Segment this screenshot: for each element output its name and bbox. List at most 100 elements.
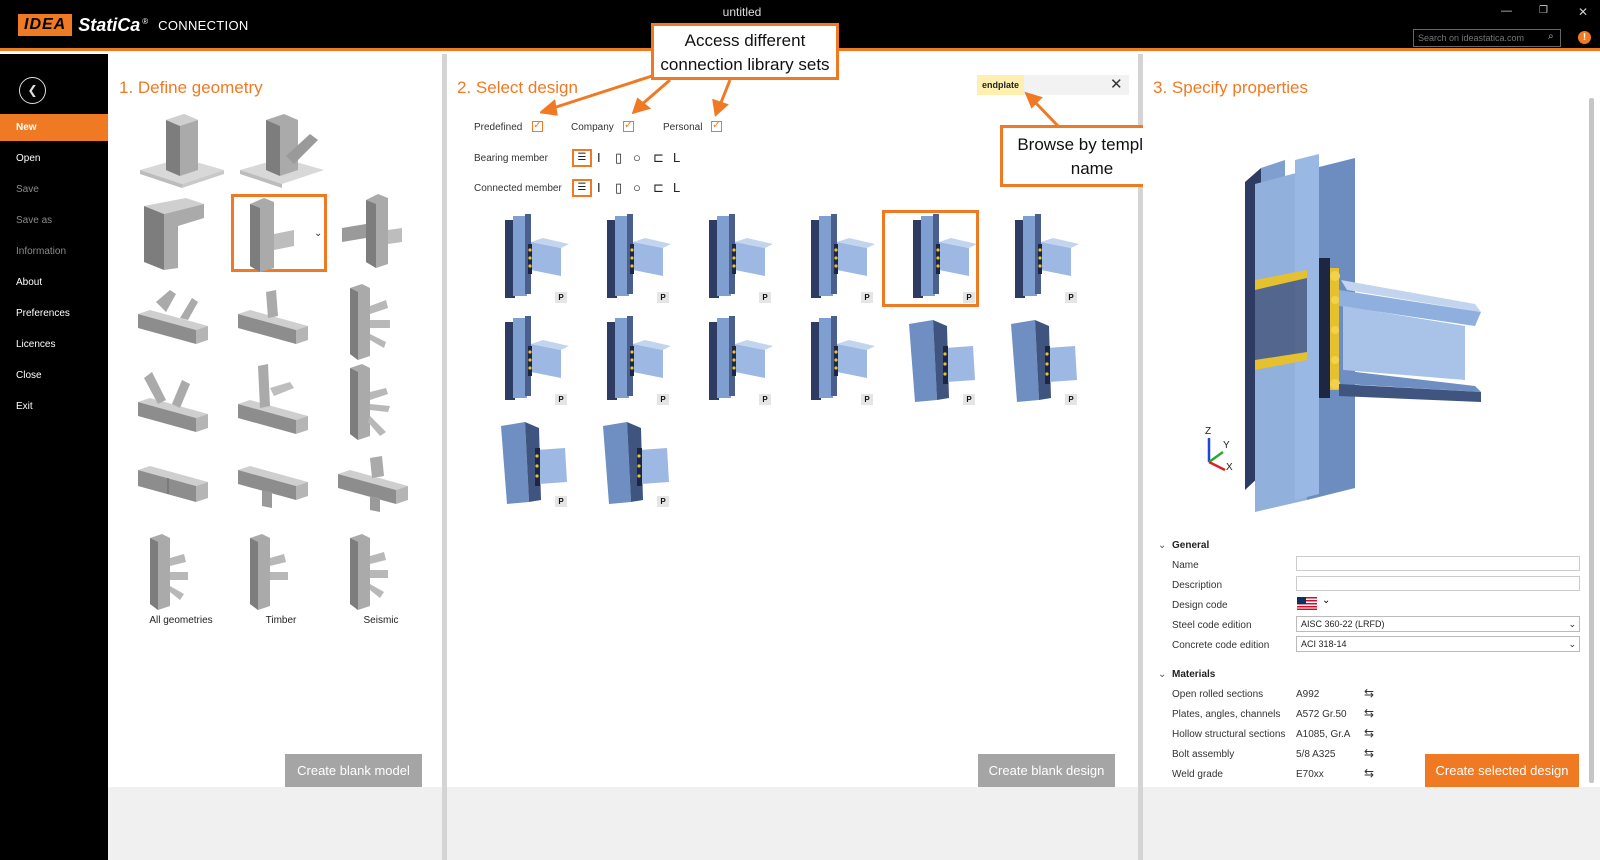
steel-code-value: AISC 360-22 (LRFD) xyxy=(1301,619,1385,629)
geometry-beam-tee[interactable] xyxy=(236,452,328,532)
design-template-10[interactable] xyxy=(789,314,881,404)
menu-licences[interactable]: Licences xyxy=(0,331,108,358)
i-section-icon[interactable]: I xyxy=(597,150,601,165)
create-selected-design-button[interactable]: Create selected design xyxy=(1425,754,1579,787)
description-label: Description xyxy=(1172,580,1223,591)
web-search-input[interactable] xyxy=(1413,29,1561,47)
geometry-splice[interactable] xyxy=(136,452,228,532)
geometry-beam-cross[interactable] xyxy=(336,452,428,532)
design-template-13[interactable] xyxy=(483,416,575,506)
swap-icon[interactable]: ⇆ xyxy=(1364,766,1374,780)
menu-close[interactable]: Close xyxy=(0,362,108,389)
circular-hollow-icon[interactable]: ○ xyxy=(633,180,641,195)
design-template-4[interactable] xyxy=(789,212,881,302)
menu-about[interactable]: About xyxy=(0,269,108,296)
swap-icon[interactable]: ⇆ xyxy=(1364,706,1374,720)
menu-new[interactable]: New xyxy=(0,114,108,141)
connection-3d-preview[interactable]: Z Y X xyxy=(1195,130,1505,515)
design-template-1[interactable] xyxy=(483,212,575,302)
properties-scrollbar[interactable] xyxy=(1589,98,1594,783)
geometry-column-multi-brace[interactable] xyxy=(336,362,428,442)
i-section-icon[interactable]: I xyxy=(597,180,601,195)
general-heading[interactable]: General xyxy=(1172,540,1209,551)
geometry-column-on-beam[interactable] xyxy=(236,362,328,442)
swap-icon[interactable]: ⇆ xyxy=(1364,686,1374,700)
template-search-value[interactable]: endplate xyxy=(977,75,1025,95)
design-template-3[interactable] xyxy=(687,212,779,302)
menu-open[interactable]: Open xyxy=(0,145,108,172)
restore-icon[interactable]: ❐ xyxy=(1539,5,1548,16)
materials-heading[interactable]: Materials xyxy=(1172,669,1215,680)
menu-preferences[interactable]: Preferences xyxy=(0,300,108,327)
label-timber[interactable]: Timber xyxy=(231,615,331,626)
steel-code-label: Steel code edition xyxy=(1172,620,1252,631)
label-all-geometries[interactable]: All geometries xyxy=(131,615,231,626)
label-seismic[interactable]: Seismic xyxy=(331,615,431,626)
chevron-down-icon[interactable]: ⌄ xyxy=(1158,669,1166,680)
design-template-8[interactable] xyxy=(585,314,677,404)
create-blank-design-button[interactable]: Create blank design xyxy=(978,754,1115,787)
swap-icon[interactable]: ⇆ xyxy=(1364,746,1374,760)
geometry-column-bracing[interactable] xyxy=(336,282,428,362)
minimize-icon[interactable]: — xyxy=(1501,5,1512,17)
design-template-14[interactable] xyxy=(585,416,677,506)
geometry-truss-chord[interactable] xyxy=(136,282,228,362)
geometry-tee-chord[interactable] xyxy=(236,282,328,362)
material-value: A1085, Gr.A xyxy=(1296,729,1351,740)
library-personal-checkbox[interactable]: ✓ xyxy=(711,121,722,132)
geometry-timber-icon[interactable] xyxy=(236,532,328,612)
concrete-code-select[interactable]: ACI 318-14 ⌄ xyxy=(1296,636,1580,652)
geometry-knee[interactable] xyxy=(136,192,228,272)
description-input[interactable] xyxy=(1296,576,1580,591)
callout-libraries: Access different connection library sets xyxy=(651,23,839,80)
predefined-badge: P xyxy=(861,292,873,303)
create-blank-model-button[interactable]: Create blank model xyxy=(285,754,422,787)
list-filter-icon[interactable]: ☰ xyxy=(572,149,592,167)
design-code-label: Design code xyxy=(1172,600,1228,611)
material-value: A572 Gr.50 xyxy=(1296,709,1347,720)
chevron-down-icon: ⌄ xyxy=(1568,619,1576,629)
design-code-select[interactable]: ⌄ xyxy=(1297,595,1337,611)
channel-section-icon[interactable]: ⊏ xyxy=(653,150,664,166)
library-predefined-checkbox[interactable]: ✓ xyxy=(532,121,543,132)
steel-code-select[interactable]: AISC 360-22 (LRFD) ⌄ xyxy=(1296,616,1580,632)
geometry-seismic-icon[interactable] xyxy=(336,532,428,612)
search-icon[interactable]: ⌕ xyxy=(1548,31,1554,42)
back-arrow-icon[interactable]: ❮ xyxy=(19,77,46,104)
rectangular-hollow-icon[interactable]: ▯ xyxy=(615,150,622,166)
close-window-icon[interactable]: ✕ xyxy=(1578,5,1588,19)
channel-section-icon[interactable]: ⊏ xyxy=(653,180,664,196)
geometry-beam-to-column[interactable]: ⌄ xyxy=(236,196,328,276)
design-footer xyxy=(447,787,1138,860)
library-company-checkbox[interactable]: ✓ xyxy=(623,121,634,132)
design-template-7[interactable] xyxy=(483,314,575,404)
geometry-all-icon[interactable] xyxy=(136,532,228,612)
design-template-12[interactable] xyxy=(993,314,1085,404)
chevron-down-icon[interactable]: ⌄ xyxy=(1158,540,1166,551)
menu-exit[interactable]: Exit xyxy=(0,393,108,420)
predefined-badge: P xyxy=(759,394,771,405)
design-template-11[interactable] xyxy=(891,314,983,404)
geometry-k-joint[interactable] xyxy=(136,370,228,450)
geometry-column-base-brace[interactable] xyxy=(236,112,328,192)
rectangular-hollow-icon[interactable]: ▯ xyxy=(615,180,622,196)
design-template-6[interactable] xyxy=(993,212,1085,302)
callout-arrow-search xyxy=(1024,91,1060,128)
sidebar: ❮ New Open Save Save as Information Abou… xyxy=(0,54,108,860)
menu-information: Information xyxy=(16,246,67,257)
predefined-badge: P xyxy=(555,292,567,303)
clear-search-icon[interactable]: ✕ xyxy=(1110,76,1123,94)
angle-section-icon[interactable]: L xyxy=(673,180,680,195)
design-template-2[interactable] xyxy=(585,212,677,302)
alert-icon[interactable]: ! xyxy=(1578,31,1591,44)
geometry-double-beam[interactable] xyxy=(336,192,428,272)
geometry-column-base[interactable] xyxy=(136,112,228,192)
material-value: 5/8 A325 xyxy=(1296,749,1336,760)
svg-text:⌄: ⌄ xyxy=(314,228,322,239)
swap-icon[interactable]: ⇆ xyxy=(1364,726,1374,740)
design-template-9[interactable] xyxy=(687,314,779,404)
name-input[interactable] xyxy=(1296,556,1580,571)
angle-section-icon[interactable]: L xyxy=(673,150,680,165)
circular-hollow-icon[interactable]: ○ xyxy=(633,150,641,165)
list-filter-icon[interactable]: ☰ xyxy=(572,179,592,197)
